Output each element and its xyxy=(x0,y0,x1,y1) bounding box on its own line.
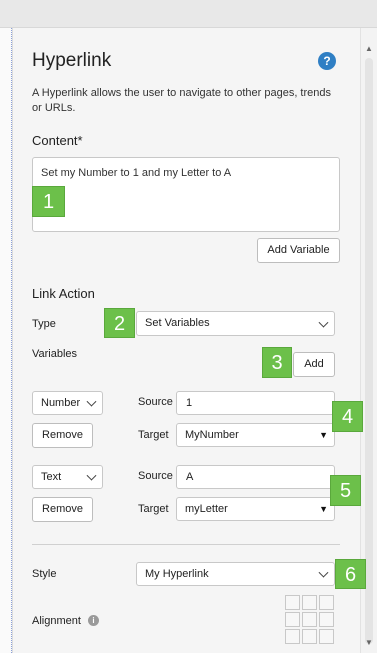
chevron-down-icon xyxy=(86,396,97,407)
style-label: Style xyxy=(32,568,57,580)
type-label: Type xyxy=(32,318,56,330)
align-top-left[interactable] xyxy=(285,595,300,610)
style-select-value: My Hyperlink xyxy=(145,568,209,580)
chevron-down-icon xyxy=(318,317,329,328)
link-action-heading: Link Action xyxy=(32,286,95,301)
callout-badge-2: 2 xyxy=(104,308,135,338)
add-variable-button[interactable]: Add Variable xyxy=(257,238,340,263)
variable-type-select[interactable]: Text xyxy=(32,465,103,489)
type-select-value: Set Variables xyxy=(145,317,210,329)
properties-panel xyxy=(12,28,360,653)
scroll-up-icon[interactable]: ▲ xyxy=(365,44,373,53)
callout-badge-4: 4 xyxy=(332,401,363,432)
variable-type-select[interactable]: Number xyxy=(32,391,103,415)
target-label: Target xyxy=(138,429,169,441)
target-select[interactable]: MyNumber ▼ xyxy=(176,423,335,447)
source-input[interactable]: 1 xyxy=(176,391,335,415)
dropdown-triangle-icon: ▼ xyxy=(319,504,328,514)
align-bottom-center[interactable] xyxy=(302,629,317,644)
source-label: Source xyxy=(138,470,173,482)
target-label: Target xyxy=(138,503,169,515)
target-select[interactable]: myLetter ▼ xyxy=(176,497,335,521)
align-middle-left[interactable] xyxy=(285,612,300,627)
callout-badge-1: 1 xyxy=(32,186,65,217)
style-select[interactable]: My Hyperlink xyxy=(136,562,335,586)
remove-button[interactable]: Remove xyxy=(32,497,93,522)
content-textarea[interactable]: Set my Number to 1 and my Letter to A xyxy=(32,157,340,232)
align-top-right[interactable] xyxy=(319,595,334,610)
callout-badge-3: 3 xyxy=(262,347,292,378)
canvas-edge xyxy=(0,28,12,653)
source-input[interactable]: A xyxy=(176,465,335,489)
target-select-value: myLetter xyxy=(185,503,228,515)
type-select[interactable]: Set Variables xyxy=(136,311,335,336)
chevron-down-icon xyxy=(86,470,97,481)
align-bottom-left[interactable] xyxy=(285,629,300,644)
content-label: Content* xyxy=(32,133,83,148)
add-button[interactable]: Add xyxy=(293,352,335,377)
align-middle-center[interactable] xyxy=(302,612,317,627)
alignment-grid[interactable] xyxy=(285,595,335,645)
scroll-down-icon[interactable]: ▼ xyxy=(365,638,373,647)
scrollbar-thumb[interactable] xyxy=(365,58,373,644)
target-select-value: MyNumber xyxy=(185,429,239,441)
panel-description: A Hyperlink allows the user to navigate … xyxy=(32,87,332,114)
chevron-down-icon xyxy=(318,567,329,578)
callout-badge-5: 5 xyxy=(330,475,361,506)
source-label: Source xyxy=(138,396,173,408)
info-icon[interactable]: i xyxy=(88,615,99,626)
variables-label: Variables xyxy=(32,348,78,360)
section-divider xyxy=(32,544,340,545)
align-top-center[interactable] xyxy=(302,595,317,610)
dropdown-triangle-icon: ▼ xyxy=(319,430,328,440)
align-middle-right[interactable] xyxy=(319,612,334,627)
panel-title: Hyperlink xyxy=(32,50,112,71)
remove-button[interactable]: Remove xyxy=(32,423,93,448)
variable-type-value: Text xyxy=(41,471,62,483)
help-icon[interactable]: ? xyxy=(318,52,336,70)
align-bottom-right[interactable] xyxy=(319,629,334,644)
alignment-label: Alignment xyxy=(32,615,81,627)
top-bar xyxy=(0,0,377,28)
variable-type-value: Number xyxy=(41,397,81,409)
callout-badge-6: 6 xyxy=(335,559,366,589)
